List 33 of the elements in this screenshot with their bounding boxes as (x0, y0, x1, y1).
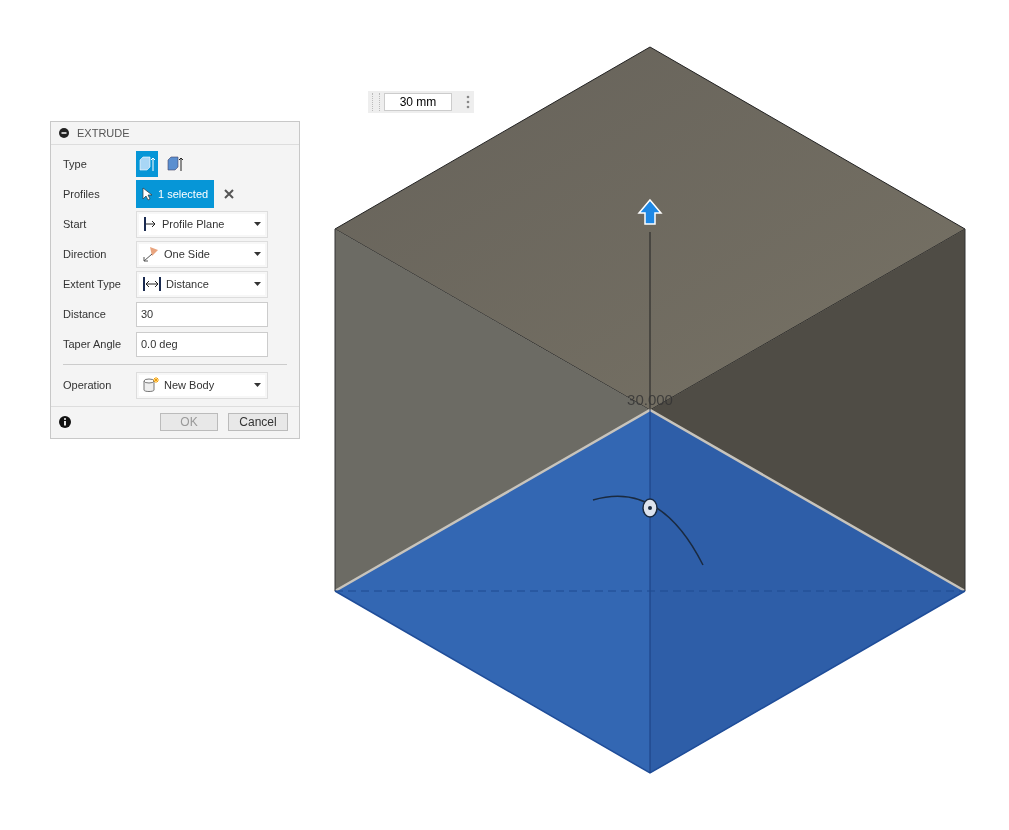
input-field[interactable]: 0.0 deg (136, 331, 268, 357)
field-label: Start (63, 218, 88, 230)
info-icon[interactable] (59, 416, 71, 428)
extrude-arrow-handle[interactable] (637, 198, 663, 225)
field-label: Distance (63, 308, 107, 320)
field-label: Direction (63, 248, 108, 260)
cancel-button[interactable]: Cancel (228, 413, 288, 431)
dropdown[interactable]: Distance (136, 270, 268, 298)
field-label: Operation (63, 379, 113, 391)
caret-icon (254, 252, 261, 256)
rotate-handle[interactable] (642, 498, 658, 518)
distance-arrows-icon (143, 276, 161, 292)
dropdown[interactable]: Profile Plane (136, 210, 268, 238)
field-label: Taper Angle (63, 338, 123, 350)
cursor-icon (142, 187, 152, 201)
field-label: Type (63, 158, 88, 170)
direction-flag-icon (143, 246, 159, 262)
more-icon[interactable] (466, 95, 470, 109)
field-label: Extent Type (63, 278, 122, 290)
caret-icon (254, 282, 261, 286)
dropdown[interactable]: New Body (136, 371, 268, 399)
distance-input[interactable]: 30 mm (384, 93, 452, 111)
grip-icon (372, 93, 380, 111)
close-icon[interactable] (222, 187, 237, 201)
dialog-title: EXTRUDE (77, 127, 130, 139)
caret-icon (254, 222, 261, 226)
field-label: Profiles (63, 188, 101, 200)
input-field[interactable]: 30 (136, 301, 268, 327)
caret-icon (254, 383, 261, 387)
collapse-icon[interactable] (59, 128, 69, 138)
start-plane-icon (143, 216, 157, 232)
new-body-icon (143, 377, 159, 393)
dropdown[interactable]: One Side (136, 240, 268, 268)
